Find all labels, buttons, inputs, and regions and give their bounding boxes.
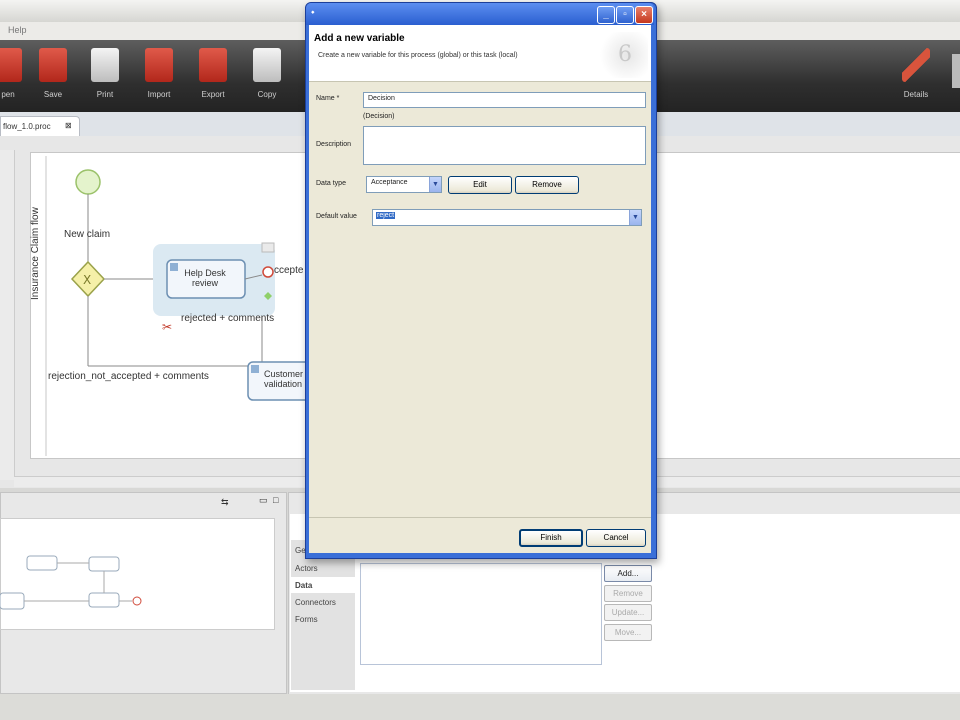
export-icon bbox=[199, 48, 227, 82]
default-value-selected: reject bbox=[376, 212, 396, 219]
edge-accepted-label: ccepte bbox=[274, 265, 304, 276]
add-data-button[interactable]: Add... bbox=[604, 565, 652, 582]
halo-icon[interactable] bbox=[261, 242, 275, 253]
diagram-svg: X ✂ bbox=[45, 156, 310, 456]
import-icon bbox=[145, 48, 173, 82]
svg-text:X: X bbox=[83, 273, 91, 287]
edge-rejection-label: rejection_not_accepted + comments bbox=[48, 371, 209, 382]
dialog-description: Create a new variable for this process (… bbox=[318, 52, 518, 59]
chevron-down-icon[interactable]: ▼ bbox=[629, 210, 641, 225]
name-hint: (Decision) bbox=[363, 113, 395, 120]
customer-label: Customer validation bbox=[264, 369, 304, 389]
update-data-button[interactable]: Update... bbox=[604, 604, 652, 621]
description-field[interactable] bbox=[363, 126, 646, 165]
export-label: Export bbox=[201, 90, 225, 99]
restore-window-icon[interactable]: ▫ bbox=[616, 6, 634, 24]
pool-label: Insurance Claim flow bbox=[30, 207, 41, 300]
start-event[interactable] bbox=[75, 169, 101, 195]
editor-tab-label: flow_1.0.proc bbox=[3, 122, 51, 131]
move-data-button[interactable]: Move... bbox=[604, 624, 652, 641]
status-bar bbox=[0, 694, 960, 720]
cancel-button[interactable]: Cancel bbox=[586, 529, 646, 547]
editor-tab[interactable]: flow_1.0.proc ⊠ bbox=[0, 116, 80, 137]
details-button[interactable]: Details bbox=[890, 48, 942, 99]
start-label: New claim bbox=[64, 229, 111, 240]
finish-button[interactable]: Finish bbox=[519, 529, 583, 547]
name-field[interactable]: Decision bbox=[363, 92, 646, 108]
datatype-label: Data type bbox=[316, 180, 346, 187]
delete-icon[interactable]: ✂ bbox=[162, 320, 172, 334]
properties-tabs: Ge Actors Data Connectors Forms bbox=[291, 540, 355, 690]
edit-type-button[interactable]: Edit bbox=[448, 176, 512, 194]
helpdesk-label: Help Desk review bbox=[184, 268, 226, 288]
import-label: Import bbox=[147, 90, 171, 99]
open-icon bbox=[0, 48, 22, 82]
name-label: Name * bbox=[316, 95, 340, 102]
dialog-title: Add a new variable bbox=[314, 33, 405, 44]
copy-button[interactable]: Copy bbox=[241, 48, 293, 99]
save-label: Save bbox=[43, 90, 63, 99]
dialog-footer-divider bbox=[309, 517, 651, 518]
datatype-select[interactable]: Acceptance ▼ bbox=[366, 176, 442, 193]
description-label: Description bbox=[316, 141, 352, 148]
bonita-logo-icon: 6 bbox=[596, 32, 648, 78]
default-value-label: Default value bbox=[316, 213, 357, 220]
export-button[interactable]: Export bbox=[187, 48, 239, 99]
overview-minimap bbox=[0, 555, 142, 610]
minimize-window-icon[interactable]: _ bbox=[597, 6, 615, 24]
details-label: Details bbox=[903, 90, 929, 99]
link-icon[interactable]: ⇆ bbox=[221, 497, 229, 508]
remove-type-button[interactable]: Remove bbox=[515, 176, 579, 194]
chevron-down-icon[interactable]: ▼ bbox=[429, 177, 441, 192]
print-icon bbox=[91, 48, 119, 82]
copy-label: Copy bbox=[257, 90, 277, 99]
copy-icon bbox=[253, 48, 281, 82]
close-window-icon[interactable]: × bbox=[635, 6, 653, 24]
import-button[interactable]: Import bbox=[133, 48, 185, 99]
print-label: Print bbox=[96, 90, 114, 99]
datatype-select-value: Acceptance bbox=[371, 179, 408, 186]
edge-rejected-label: rejected + comments bbox=[181, 313, 275, 324]
menu-help[interactable]: Help bbox=[8, 25, 27, 35]
user-task-icon-2 bbox=[251, 365, 259, 373]
minimize-icon[interactable]: ▭ bbox=[259, 495, 268, 506]
tab-data[interactable]: Data bbox=[291, 577, 355, 593]
save-icon bbox=[39, 48, 67, 82]
dialog-app-icon: ⬩ bbox=[311, 7, 315, 18]
remove-data-button[interactable]: Remove bbox=[604, 585, 652, 602]
data-variables-list[interactable] bbox=[360, 563, 602, 665]
print-button[interactable]: Print bbox=[79, 48, 131, 99]
dialog-titlebar[interactable]: ⬩ _ ▫ × bbox=[306, 3, 654, 25]
tab-forms[interactable]: Forms bbox=[291, 611, 355, 627]
close-tab-icon[interactable]: ⊠ bbox=[65, 121, 72, 130]
pencil-icon bbox=[902, 48, 930, 82]
end-event[interactable] bbox=[262, 266, 274, 278]
toolbar-overflow-icon[interactable] bbox=[952, 54, 960, 88]
save-button[interactable]: Save bbox=[27, 48, 79, 99]
name-field-value: Decision bbox=[368, 95, 395, 102]
tab-connectors[interactable]: Connectors bbox=[291, 594, 355, 610]
default-value-select[interactable]: reject ▼ bbox=[372, 209, 642, 226]
tab-actors[interactable]: Actors bbox=[291, 560, 355, 576]
maximize-icon[interactable]: □ bbox=[273, 495, 278, 505]
open-label: pen bbox=[1, 90, 15, 99]
